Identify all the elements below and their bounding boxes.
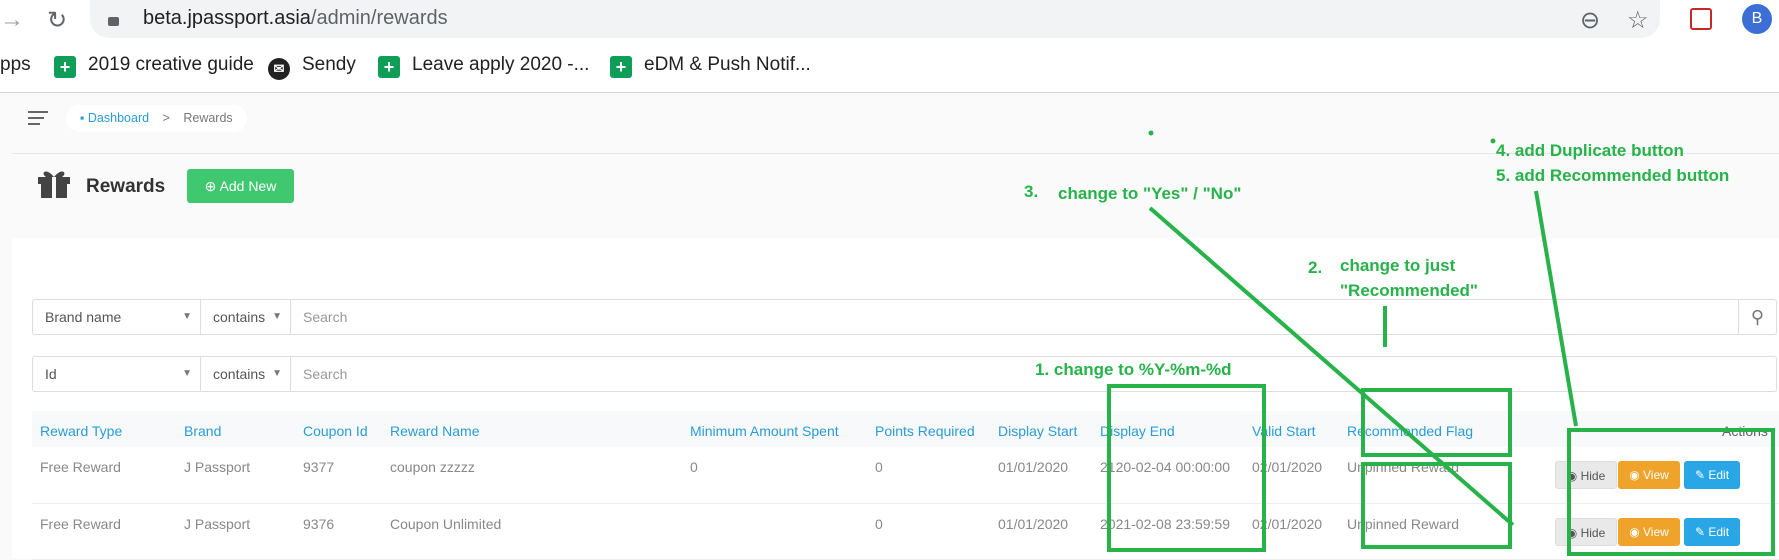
filter-row-brand: Brand name ▼ contains ▼ Search ⚲ <box>32 299 1777 335</box>
filter-search-input[interactable]: Search <box>291 300 347 334</box>
home-icon: ▪ <box>80 111 88 125</box>
bookmark-creative-guide[interactable]: +2019 creative guide <box>54 54 254 78</box>
bookmark-label: eDM & Push Notif... <box>644 54 811 75</box>
highlight-actions <box>1567 428 1775 556</box>
annotation-1: 1. change to %Y-%m-%d <box>1035 360 1232 379</box>
reload-icon[interactable]: ↻ <box>47 6 67 35</box>
cell-min-spent: 0 <box>690 459 698 475</box>
highlight-recommended-header <box>1361 388 1512 457</box>
bookmark-label: Sendy <box>302 54 356 75</box>
caret-down-icon: ▼ <box>272 311 282 322</box>
table-header: Reward Type Brand Coupon Id Reward Name … <box>32 411 1779 447</box>
add-new-button[interactable]: ⊕ Add New <box>187 169 294 203</box>
annotation-4: 4. add Duplicate button <box>1496 141 1684 160</box>
lock-icon <box>108 17 119 26</box>
breadcrumb-separator: > <box>162 111 170 125</box>
zoom-out-icon[interactable]: ⊖ <box>1580 6 1600 35</box>
envelope-icon: ✉ <box>268 58 290 80</box>
cell-name: Coupon Unlimited <box>390 516 502 532</box>
star-icon[interactable]: ☆ <box>1627 6 1649 35</box>
url-host: beta.jpassport.asia <box>143 7 311 29</box>
col-points[interactable]: Points Required <box>875 423 975 439</box>
url-text[interactable]: beta.jpassport.asia/admin/rewards <box>143 7 448 30</box>
cell-type: Free Reward <box>40 516 121 532</box>
menu-icon[interactable] <box>28 111 48 125</box>
caret-down-icon: ▼ <box>272 368 282 379</box>
extension-icon[interactable] <box>1690 8 1712 30</box>
search-icon[interactable]: ⚲ <box>1738 300 1776 334</box>
gift-icon <box>38 171 70 198</box>
back-arrow-icon[interactable]: → <box>0 6 24 34</box>
annotation-3-num: 3. <box>1024 182 1039 201</box>
annotation-2-num: 2. <box>1308 258 1323 277</box>
bookmark-sendy[interactable]: ✉ Sendy <box>268 54 356 80</box>
breadcrumb: ▪ Dashboard > Rewards <box>66 105 247 132</box>
filter-row-id: Id ▼ contains ▼ Search <box>32 356 1777 392</box>
bookmark-edm[interactable]: + eDM & Push Notif... <box>610 54 811 78</box>
caret-down-icon: ▼ <box>182 311 192 322</box>
profile-avatar[interactable]: B <box>1742 4 1772 34</box>
cell-points: 0 <box>875 459 883 475</box>
cell-name: coupon zzzzz <box>390 459 475 475</box>
bookmark-leave-apply[interactable]: + Leave apply 2020 -... <box>378 54 589 78</box>
browser-chrome: → ↻ beta.jpassport.asia/admin/rewards ⊖ … <box>0 0 1779 93</box>
filter-op-value: contains <box>213 366 266 382</box>
col-min-amount[interactable]: Minimum Amount Spent <box>690 423 839 439</box>
col-display-start[interactable]: Display Start <box>998 423 1077 439</box>
page-title: Rewards <box>86 176 166 197</box>
annotation-2-line2: "Recommended" <box>1340 281 1478 300</box>
col-coupon-id[interactable]: Coupon Id <box>303 423 368 439</box>
table-row: Free Reward J Passport 9376 Coupon Unlim… <box>32 504 1779 560</box>
filter-op-select[interactable]: contains ▼ <box>201 357 291 391</box>
annotation-3: change to "Yes" / "No" <box>1058 184 1242 203</box>
col-reward-name[interactable]: Reward Name <box>390 423 479 439</box>
filter-field-select[interactable]: Brand name ▼ <box>33 300 201 334</box>
cell-display-start: 01/01/2020 <box>998 516 1069 532</box>
plus-circle-icon: ⊕ <box>204 178 220 194</box>
annotation-5: 5. add Recommended button <box>1496 166 1730 185</box>
bookmark-label: Leave apply 2020 -... <box>412 54 590 75</box>
cell-type: Free Reward <box>40 459 121 475</box>
filter-field-select[interactable]: Id ▼ <box>33 357 201 391</box>
cell-coupon-id: 9376 <box>303 516 335 532</box>
sheets-icon: + <box>54 56 76 78</box>
cell-brand: J Passport <box>184 516 251 532</box>
breadcrumb-dashboard[interactable]: ▪ Dashboard <box>80 111 149 125</box>
highlight-display-end <box>1107 384 1266 552</box>
filter-field-value: Id <box>45 366 57 382</box>
annotation-2-line1: change to just <box>1340 256 1456 275</box>
filter-op-value: contains <box>213 309 266 325</box>
col-reward-type[interactable]: Reward Type <box>40 423 122 439</box>
caret-down-icon: ▼ <box>182 368 192 379</box>
sheets-icon: + <box>378 56 400 78</box>
highlight-recommended-cells <box>1361 462 1512 549</box>
sheets-icon: + <box>610 56 632 78</box>
add-new-label: Add New <box>219 178 277 194</box>
table-row: Free Reward J Passport 9377 coupon zzzzz… <box>32 447 1779 504</box>
col-brand[interactable]: Brand <box>184 423 221 439</box>
cell-coupon-id: 9377 <box>303 459 335 475</box>
breadcrumb-home-label: Dashboard <box>87 111 150 125</box>
bookmark-label: 2019 creative guide <box>88 54 254 75</box>
cell-brand: J Passport <box>184 459 251 475</box>
filter-search-input[interactable]: Search <box>291 357 347 391</box>
cell-points: 0 <box>875 516 883 532</box>
bookmark-apps[interactable]: pps <box>0 54 31 76</box>
filter-op-select[interactable]: contains ▼ <box>201 300 291 334</box>
breadcrumb-current: Rewards <box>183 111 233 125</box>
cell-display-start: 01/01/2020 <box>998 459 1069 475</box>
url-path: /admin/rewards <box>310 7 448 29</box>
filter-field-value: Brand name <box>45 309 122 325</box>
